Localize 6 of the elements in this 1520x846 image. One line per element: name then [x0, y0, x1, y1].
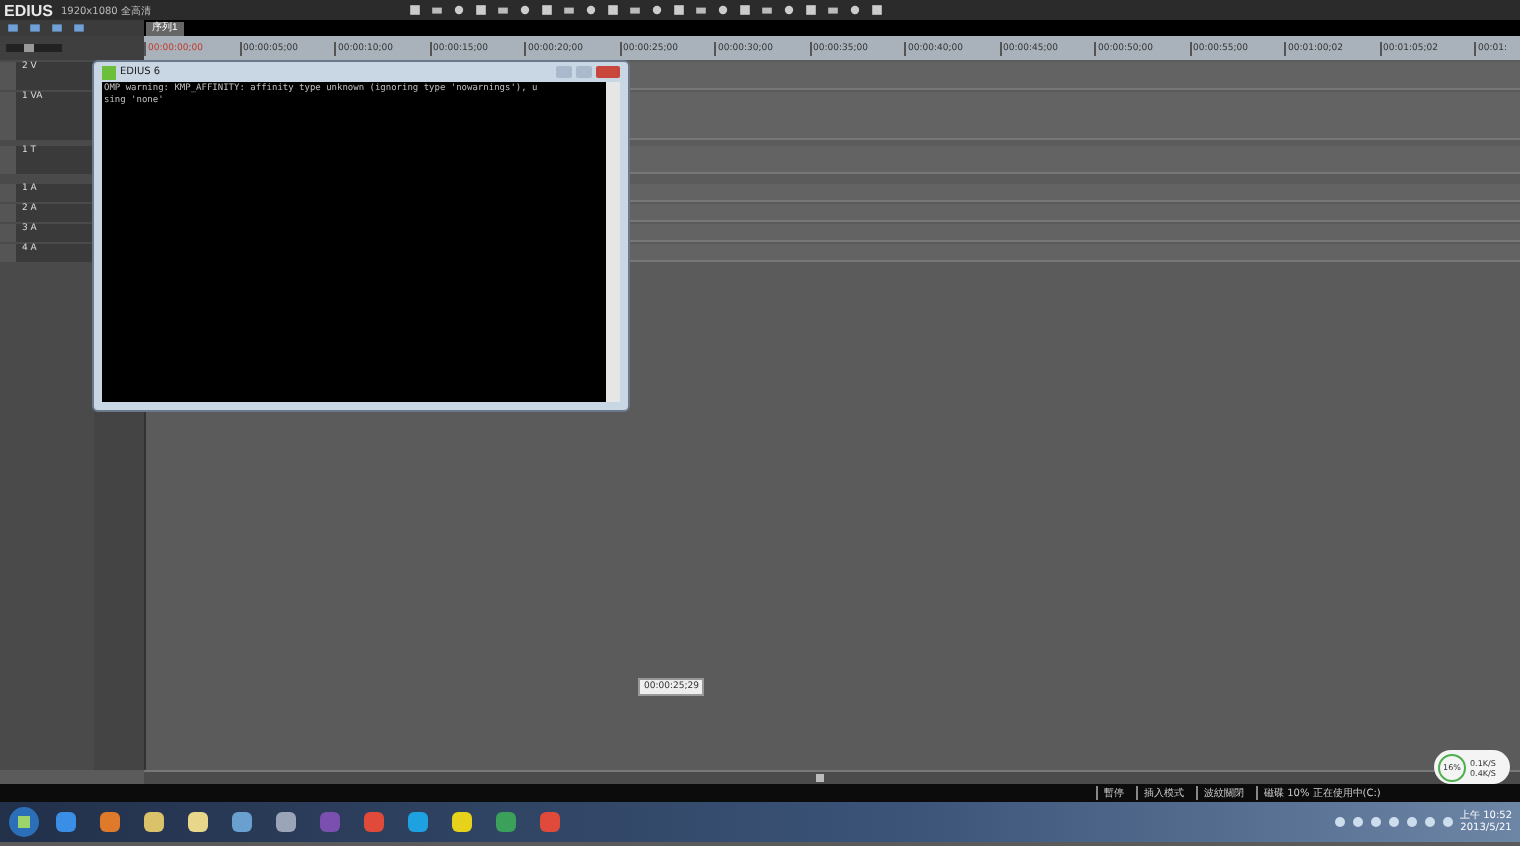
- start-button[interactable]: [8, 806, 40, 838]
- vertical-scrollbar[interactable]: [606, 82, 620, 402]
- slider-thumb[interactable]: [24, 44, 35, 52]
- horizontal-scrollbar[interactable]: [144, 770, 1520, 784]
- app-logo: EDIUS: [4, 1, 53, 19]
- app-icon: [102, 65, 116, 79]
